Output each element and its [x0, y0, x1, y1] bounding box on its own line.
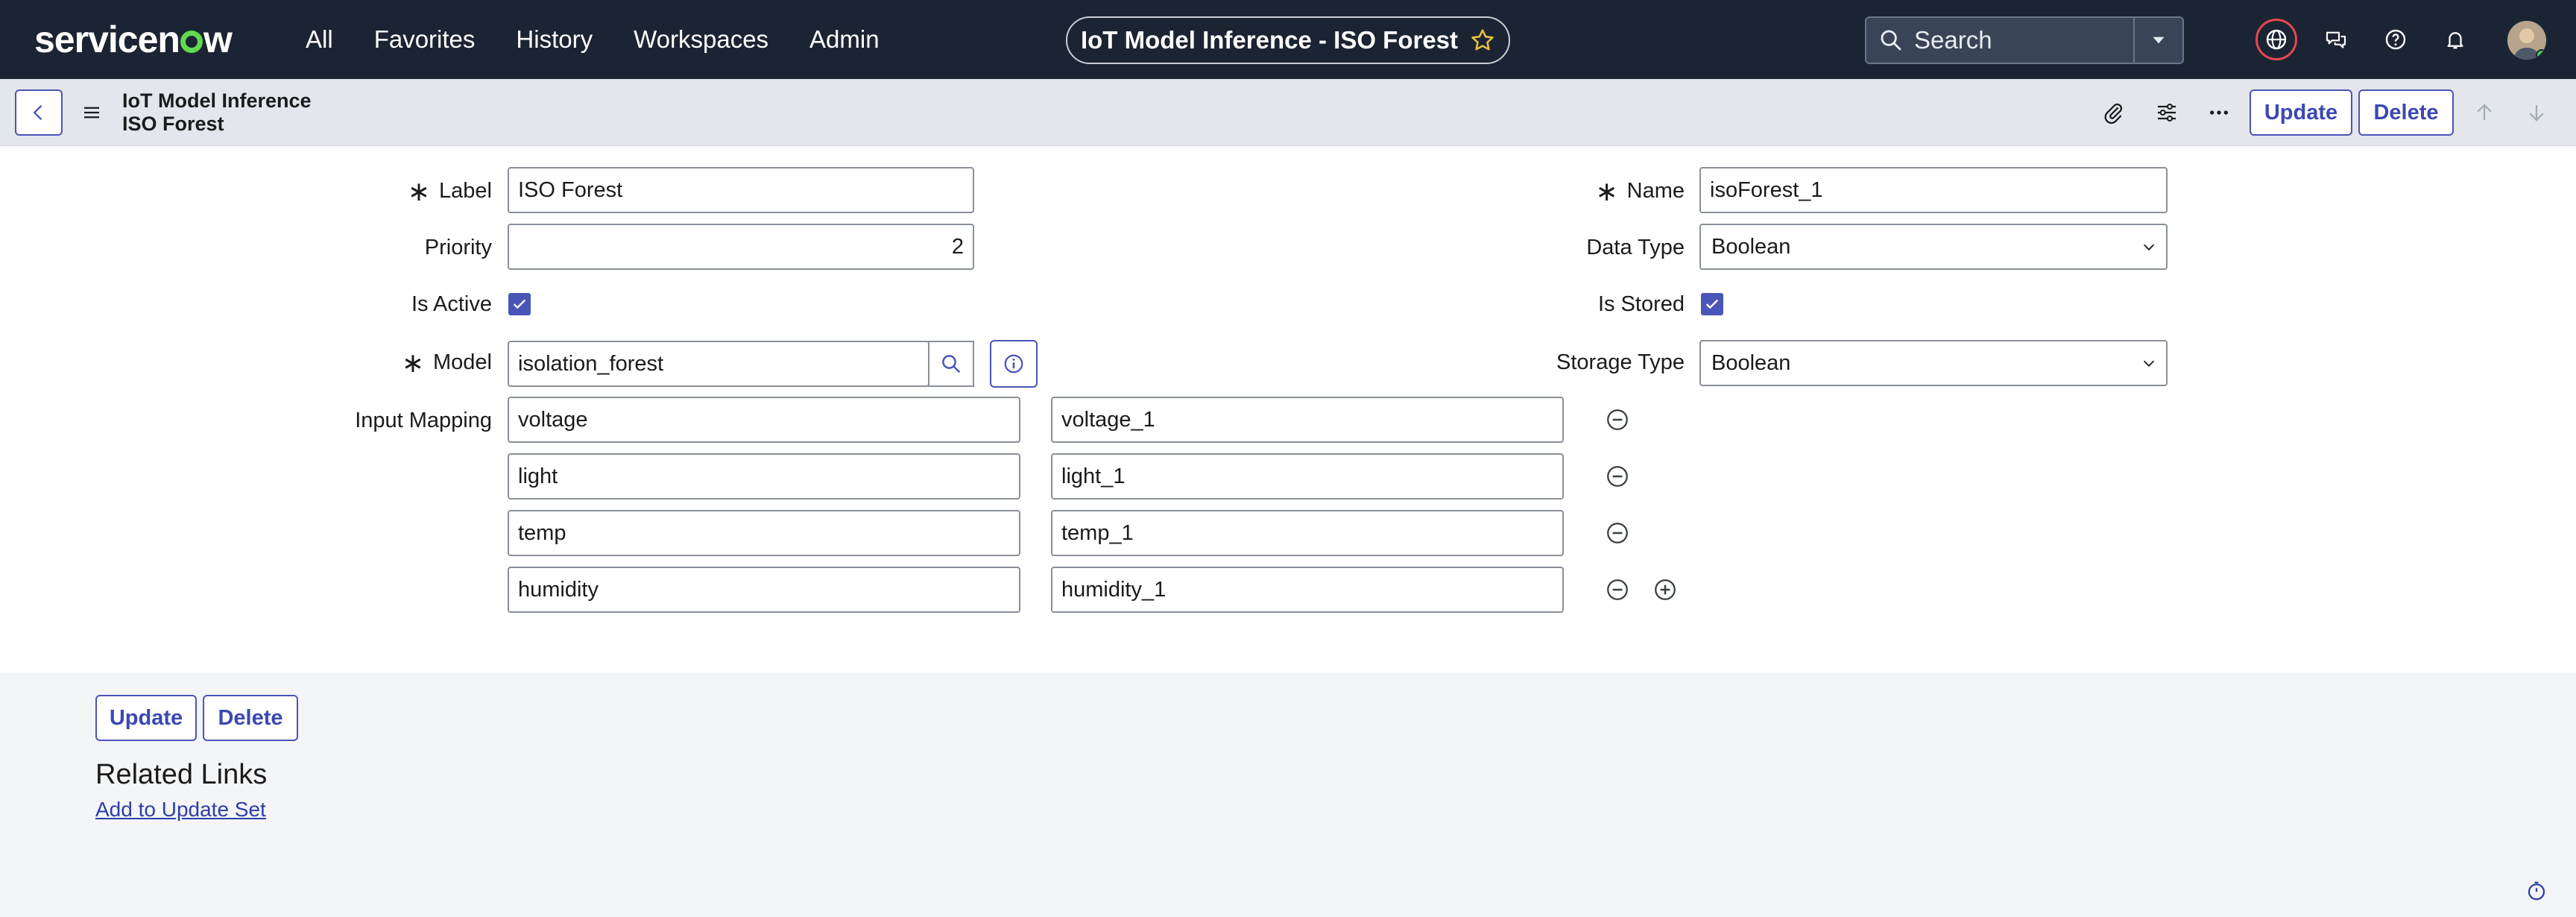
record-header: IoT Model Inference ISO Forest Update De…	[0, 79, 2576, 146]
header-delete-button[interactable]: Delete	[2358, 89, 2454, 136]
remove-mapping-button[interactable]	[1604, 576, 1631, 603]
input-mapping-output-field[interactable]: humidity_1	[1051, 567, 1564, 613]
storage-type-selected-value: Boolean	[1711, 351, 1791, 375]
caret-down-icon	[2153, 37, 2165, 44]
data-type-select[interactable]: Boolean	[1699, 224, 2168, 270]
checkmark-icon	[1705, 299, 1719, 309]
top-navigation-bar: servicen w All Favorites History Workspac…	[0, 0, 2576, 79]
minus-circle-icon	[1607, 579, 1628, 600]
paperclip-icon[interactable]	[2094, 94, 2132, 131]
chevron-down-icon	[2143, 244, 2155, 250]
storage-type-select[interactable]: Boolean	[1699, 340, 2168, 386]
input-mapping-output-field[interactable]: light_1	[1051, 453, 1564, 500]
header-update-button[interactable]: Update	[2250, 89, 2352, 136]
globe-icon[interactable]	[2255, 19, 2297, 60]
user-avatar[interactable]	[2507, 21, 2546, 60]
name-field-label: ∗ Name	[1595, 176, 1685, 207]
is-active-field-label: Is Active	[411, 292, 492, 316]
servicenow-logo[interactable]: servicen w	[34, 18, 233, 61]
arrow-down-icon[interactable]	[2518, 94, 2555, 131]
search-scope-dropdown[interactable]	[2133, 18, 2182, 63]
global-search[interactable]: Search	[1865, 16, 2184, 64]
nav-menu-admin[interactable]: Admin	[809, 25, 880, 54]
back-button[interactable]	[15, 89, 63, 136]
chevron-down-icon	[2143, 360, 2155, 367]
form-footer: Update Delete Related Links Add to Updat…	[0, 672, 2576, 917]
input-mapping-field-label: Input Mapping	[355, 409, 492, 432]
related-links-heading: Related Links	[95, 759, 268, 790]
info-icon	[1004, 354, 1023, 374]
data-type-field-label: Data Type	[1586, 236, 1685, 259]
input-mapping-input-field[interactable]: humidity	[508, 567, 1020, 613]
input-mapping-input-field[interactable]: voltage	[508, 397, 1020, 443]
footer-delete-button[interactable]: Delete	[203, 695, 298, 741]
minus-circle-icon	[1607, 523, 1628, 543]
remove-mapping-button[interactable]	[1604, 463, 1631, 490]
star-icon[interactable]	[1470, 28, 1495, 53]
input-mapping-output-field[interactable]: voltage_1	[1051, 397, 1564, 443]
priority-input[interactable]: 2	[508, 224, 974, 270]
search-icon	[1881, 30, 1901, 51]
context-title-pill[interactable]: IoT Model Inference - ISO Forest	[1066, 16, 1510, 64]
input-mapping-output-field[interactable]: temp_1	[1051, 510, 1564, 556]
nav-menu-history[interactable]: History	[516, 25, 593, 54]
nav-menu-favorites[interactable]: Favorites	[374, 25, 476, 54]
stopwatch-icon[interactable]	[2525, 880, 2548, 902]
data-type-selected-value: Boolean	[1711, 235, 1791, 259]
checkmark-icon	[513, 299, 526, 309]
more-icon[interactable]	[2200, 94, 2238, 131]
nav-menu-all[interactable]: All	[306, 25, 333, 54]
label-input[interactable]: ISO Forest	[508, 167, 974, 213]
input-mapping-input-field[interactable]: light	[508, 453, 1020, 500]
remove-mapping-button[interactable]	[1604, 520, 1631, 546]
settings-sliders-icon[interactable]	[2148, 94, 2185, 131]
is-stored-field-label: Is Stored	[1597, 292, 1685, 316]
remove-mapping-button[interactable]	[1604, 406, 1631, 433]
record-form: ∗ Label ISO Forest Priority 2 Is Active ∗…	[0, 146, 2576, 672]
arrow-up-icon[interactable]	[2466, 94, 2503, 131]
minus-circle-icon	[1607, 409, 1628, 430]
footer-update-button[interactable]: Update	[95, 695, 197, 741]
search-input[interactable]: Search	[1914, 26, 2133, 54]
presence-status-dot	[2536, 49, 2546, 60]
help-icon[interactable]	[2375, 19, 2416, 60]
nav-menu: All Favorites History Workspaces Admin	[306, 0, 921, 79]
required-asterisk-icon: ∗	[407, 176, 431, 207]
record-title: IoT Model Inference ISO Forest	[122, 89, 312, 136]
priority-field-label: Priority	[424, 236, 492, 259]
model-reference-input[interactable]: isolation_forest	[508, 341, 929, 387]
search-icon	[942, 355, 961, 374]
model-field-label: ∗ Model	[401, 347, 492, 379]
required-asterisk-icon: ∗	[401, 347, 424, 379]
storage-type-field-label: Storage Type	[1556, 350, 1685, 374]
add-to-update-set-link[interactable]: Add to Update Set	[95, 798, 266, 822]
chat-icon[interactable]	[2315, 19, 2357, 60]
minus-circle-icon	[1607, 466, 1628, 487]
name-input[interactable]: isoForest_1	[1699, 167, 2168, 213]
model-preview-button[interactable]	[990, 340, 1038, 388]
hamburger-menu-icon[interactable]	[80, 100, 103, 125]
context-title: IoT Model Inference - ISO Forest	[1080, 26, 1459, 54]
label-field-label: ∗ Label	[407, 176, 492, 207]
required-asterisk-icon: ∗	[1595, 176, 1618, 207]
add-mapping-button[interactable]	[1652, 576, 1679, 603]
nav-menu-workspaces[interactable]: Workspaces	[634, 25, 768, 54]
is-active-checkbox[interactable]	[508, 293, 531, 315]
record-title-table: IoT Model Inference	[122, 89, 312, 112]
input-mapping-input-field[interactable]: temp	[508, 510, 1020, 556]
plus-circle-icon	[1655, 579, 1676, 600]
chevron-left-icon	[33, 104, 42, 121]
model-lookup-button[interactable]	[928, 341, 974, 387]
bell-icon[interactable]	[2434, 19, 2476, 60]
record-title-name: ISO Forest	[122, 113, 224, 135]
is-stored-checkbox[interactable]	[1701, 293, 1723, 315]
